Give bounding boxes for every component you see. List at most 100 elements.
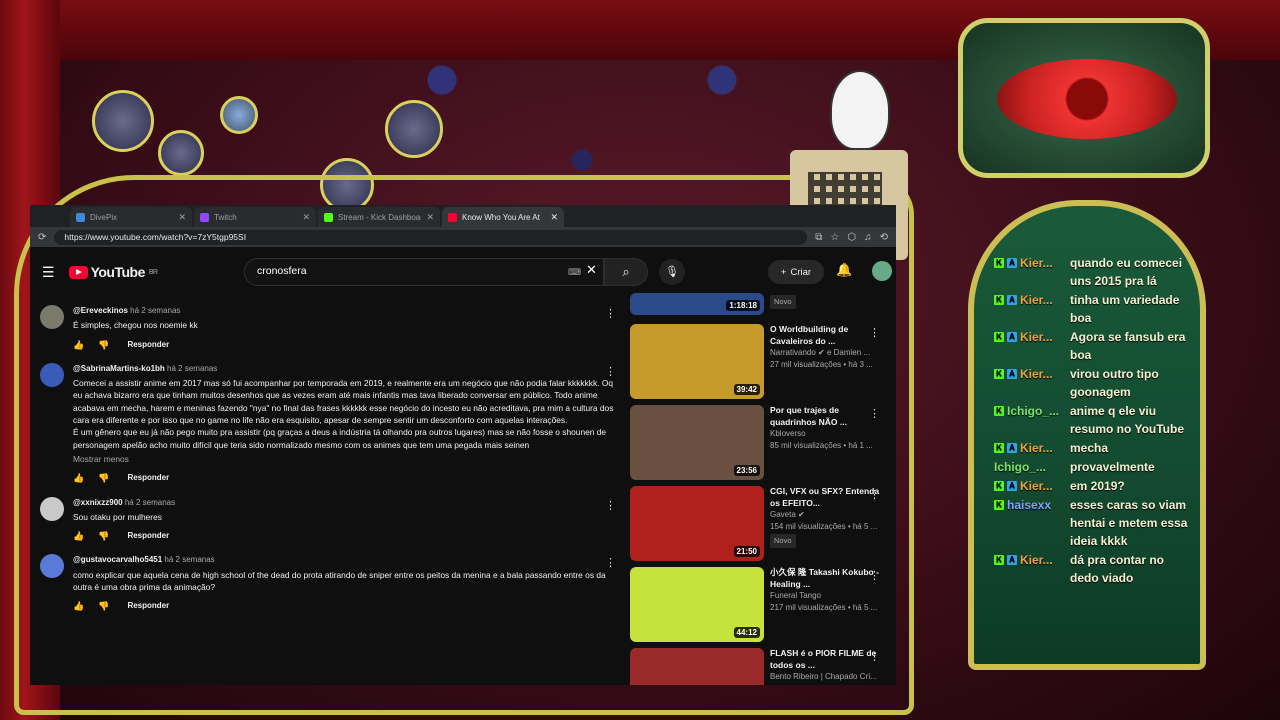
chat-user[interactable]: K A Kier... — [994, 328, 1070, 364]
chat-username[interactable]: Kier... — [1020, 477, 1053, 495]
video-item[interactable]: 44:12 小久保 隆 Takashi Kokubo - Healing ... F… — [630, 567, 880, 643]
show-less-link[interactable]: Mostrar menos — [73, 453, 616, 465]
more-options-icon[interactable]: ⋮ — [869, 569, 880, 582]
reply-button[interactable]: Responder — [127, 339, 169, 351]
video-title[interactable]: 小久保 隆 Takashi Kokubo - Healing ... — [770, 567, 880, 590]
comment-time[interactable]: há 2 semanas — [162, 555, 214, 564]
extensions-icon[interactable]: ⬡ — [847, 232, 856, 243]
browser-tab[interactable]: DivePix ✕ — [70, 207, 192, 227]
keyboard-icon[interactable]: ⌨ — [568, 267, 581, 278]
tab-close-icon[interactable]: ✕ — [550, 212, 558, 223]
video-title[interactable]: Por que trajes de quadrinhos NÃO ... — [770, 405, 880, 428]
chat-username[interactable]: Kier... — [1020, 551, 1053, 569]
commenter-avatar[interactable] — [40, 496, 64, 521]
more-options-icon[interactable]: ⋮ — [605, 307, 616, 320]
media-icon[interactable]: ♫ — [864, 232, 872, 243]
more-options-icon[interactable]: ⋮ — [605, 556, 616, 569]
browser-tab[interactable]: Know Who You Are At ✕ — [442, 207, 564, 227]
chat-username[interactable]: Kier... — [1020, 291, 1053, 309]
comment-author[interactable]: @gustavocarvalho5451 — [73, 555, 162, 564]
comment-time[interactable]: há 2 semanas — [165, 364, 217, 373]
chat-username[interactable]: Ichigo_... — [1007, 402, 1059, 420]
video-thumbnail[interactable]: 44:12 — [630, 567, 764, 642]
more-options-icon[interactable]: ⋮ — [869, 326, 880, 339]
tab-close-icon[interactable]: ✕ — [302, 212, 310, 223]
thumbs-up-icon[interactable]: 👍 — [73, 600, 84, 612]
search-input[interactable]: cronosfera — [244, 258, 604, 286]
commenter-avatar[interactable] — [40, 362, 64, 387]
bookmark-star-icon[interactable]: ☆ — [830, 232, 839, 243]
tab-close-icon[interactable]: ✕ — [426, 212, 434, 223]
video-item[interactable]: FLASH é o PIOR FILME de todos os ... Bent… — [630, 648, 880, 685]
thumbs-down-icon[interactable]: 👎 — [98, 339, 109, 351]
commenter-avatar[interactable] — [40, 554, 64, 579]
video-thumbnail[interactable]: 39:42 — [630, 324, 764, 399]
notifications-bell-icon[interactable]: 🔔 — [836, 262, 852, 278]
more-options-icon[interactable]: ⋮ — [869, 650, 880, 663]
reload-icon[interactable]: ⟳ — [38, 232, 46, 243]
more-options-icon[interactable]: ⋮ — [605, 365, 616, 378]
chat-username[interactable]: Kier... — [1020, 328, 1053, 346]
thumbs-down-icon[interactable]: 👎 — [98, 530, 109, 542]
menu-icon[interactable]: ☰ — [42, 264, 55, 281]
chat-user[interactable]: K A Kier... — [994, 439, 1070, 457]
video-channel[interactable]: Narrativando ✔ e Damien ... — [770, 347, 880, 359]
chat-user[interactable]: K A Kier... — [994, 254, 1070, 290]
video-channel[interactable]: Bento Ribeiro | Chapado Crí... — [770, 671, 880, 683]
youtube-logo[interactable]: YouTube BR — [68, 264, 158, 280]
account-avatar[interactable] — [872, 261, 892, 281]
thumbs-up-icon[interactable]: 👍 — [73, 472, 84, 484]
reply-button[interactable]: Responder — [127, 472, 169, 484]
create-button[interactable]: + Criar — [768, 260, 824, 284]
thumbs-up-icon[interactable]: 👍 — [73, 530, 84, 542]
chat-username[interactable]: Kier... — [1020, 254, 1053, 272]
video-title[interactable]: FLASH é o PIOR FILME de todos os ... — [770, 648, 880, 671]
browser-tab[interactable]: Twitch ✕ — [194, 207, 316, 227]
voice-search-button[interactable]: 🎙 — [659, 259, 685, 285]
clear-search-icon[interactable]: ✕ — [586, 262, 597, 278]
history-icon[interactable]: ⟲ — [880, 232, 888, 243]
thumbs-down-icon[interactable]: 👎 — [98, 472, 109, 484]
comment-author[interactable]: @SabrinaMartins-ko1bh — [73, 364, 165, 373]
video-item-partial[interactable]: 1:18:18 Novo — [630, 293, 880, 319]
reply-button[interactable]: Responder — [127, 530, 169, 542]
video-thumbnail[interactable]: 1:18:18 — [630, 293, 764, 315]
chat-user[interactable]: K A Kier... — [994, 365, 1070, 401]
video-thumbnail[interactable] — [630, 648, 764, 685]
search-button[interactable]: ⌕ — [604, 258, 648, 286]
chat-user[interactable]: K A Kier... — [994, 551, 1070, 587]
video-thumbnail[interactable]: 21:50 — [630, 486, 764, 561]
video-thumbnail[interactable]: 23:56 — [630, 405, 764, 480]
video-item[interactable]: 23:56 Por que trajes de quadrinhos NÃO ..… — [630, 405, 880, 481]
url-field[interactable]: https://www.youtube.com/watch?v=7zY5tgp9… — [54, 229, 808, 245]
video-channel[interactable]: Funeral Tango — [770, 590, 880, 602]
video-item[interactable]: 21:50 CGI, VFX ou SFX? Entenda os EFEITO.… — [630, 486, 880, 562]
more-options-icon[interactable]: ⋮ — [869, 488, 880, 501]
chat-user[interactable]: Ichigo_... — [994, 458, 1070, 476]
more-options-icon[interactable]: ⋮ — [605, 499, 616, 512]
video-channel[interactable]: Gaveta ✔ — [770, 509, 880, 521]
comment-author[interactable]: @Ereveckinos — [73, 306, 128, 315]
comment-time[interactable]: há 2 semanas — [128, 306, 180, 315]
video-title[interactable]: CGI, VFX ou SFX? Entenda os EFEITO... — [770, 486, 880, 509]
chat-user[interactable]: K A Kier... — [994, 477, 1070, 495]
chat-username[interactable]: Kier... — [1020, 439, 1053, 457]
comment-time[interactable]: há 2 semanas — [123, 498, 175, 507]
chat-username[interactable]: Kier... — [1020, 365, 1053, 383]
thumbs-up-icon[interactable]: 👍 — [73, 339, 84, 351]
chat-user[interactable]: K Ichigo_... — [994, 402, 1070, 438]
share-icon[interactable]: ⧉ — [815, 232, 822, 243]
commenter-avatar[interactable] — [40, 305, 64, 329]
video-channel[interactable]: Kbloverso — [770, 428, 880, 440]
chat-username[interactable]: haisexx — [1007, 496, 1051, 514]
chat-user[interactable]: Khaisexx — [994, 496, 1070, 550]
thumbs-down-icon[interactable]: 👎 — [98, 600, 109, 612]
tab-close-icon[interactable]: ✕ — [178, 212, 186, 223]
browser-tab[interactable]: Stream - Kick Dashboard ✕ — [318, 207, 440, 227]
chat-username[interactable]: Ichigo_... — [994, 458, 1046, 476]
video-item[interactable]: 39:42 O Worldbuilding de Cavaleiros do ..… — [630, 324, 880, 400]
chat-user[interactable]: K A Kier... — [994, 291, 1070, 327]
comment-author[interactable]: @xxnixzz900 — [73, 498, 123, 507]
video-title[interactable]: O Worldbuilding de Cavaleiros do ... — [770, 324, 880, 347]
reply-button[interactable]: Responder — [127, 600, 169, 612]
